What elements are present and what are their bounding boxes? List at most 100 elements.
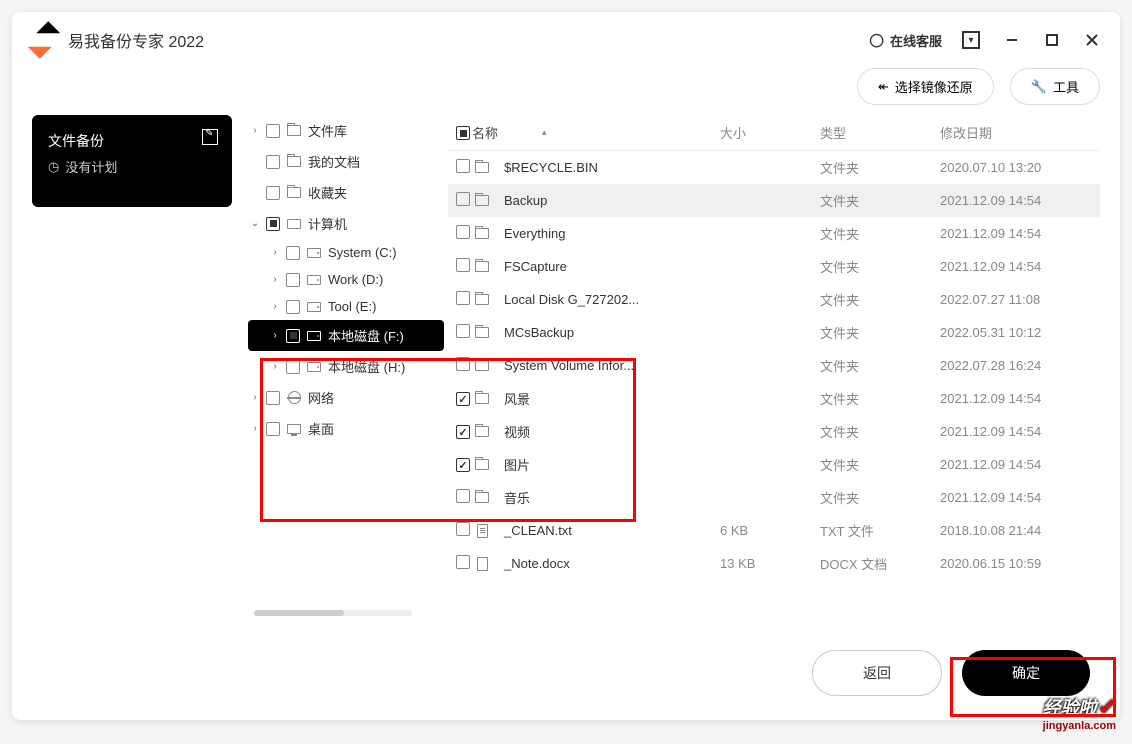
back-button[interactable]: 返回 xyxy=(812,650,942,696)
tree-label: 计算机 xyxy=(308,214,347,233)
tree-checkbox[interactable] xyxy=(286,360,300,374)
tree-item[interactable]: ⌄ 计算机 xyxy=(248,208,444,239)
file-row[interactable]: _Note.docx13 KBDOCX 文档2020.06.15 10:59 xyxy=(448,547,1100,580)
tree-scrollbar[interactable] xyxy=(254,610,412,616)
file-type: 文件夹 xyxy=(820,356,940,375)
restore-image-button[interactable]: ↞选择镜像还原 xyxy=(857,68,994,105)
folder-icon xyxy=(286,186,302,200)
file-date: 2020.06.15 10:59 xyxy=(940,556,1100,571)
drive-icon xyxy=(306,300,322,314)
column-type[interactable]: 类型 xyxy=(820,123,940,142)
close-button[interactable] xyxy=(1084,32,1100,48)
tree-item[interactable]: ›Tool (E:) xyxy=(248,293,444,320)
select-all-checkbox[interactable] xyxy=(456,126,470,140)
tree-checkbox[interactable] xyxy=(286,246,300,260)
file-checkbox[interactable] xyxy=(456,159,470,173)
file-checkbox[interactable] xyxy=(456,555,470,569)
chevron-icon[interactable]: › xyxy=(248,125,262,136)
tree-item[interactable]: ›本地磁盘 (H:) xyxy=(248,351,444,382)
chevron-icon[interactable]: › xyxy=(268,301,282,312)
window-dropdown-icon[interactable]: ▾ xyxy=(962,31,980,49)
tree-checkbox[interactable] xyxy=(266,422,280,436)
tree-item[interactable]: ›本地磁盘 (F:) xyxy=(248,320,444,351)
edit-icon[interactable] xyxy=(202,129,218,145)
tree-checkbox[interactable] xyxy=(266,217,280,231)
file-type: 文件夹 xyxy=(820,455,940,474)
chevron-icon[interactable]: ⌄ xyxy=(248,218,262,229)
file-date: 2020.07.10 13:20 xyxy=(940,160,1100,175)
app-title: 易我备份专家 2022 xyxy=(68,28,204,52)
chevron-icon[interactable]: › xyxy=(248,423,262,434)
file-row[interactable]: Backup文件夹2021.12.09 14:54 xyxy=(448,184,1100,217)
file-checkbox[interactable] xyxy=(456,458,470,472)
tree-item[interactable]: 收藏夹 xyxy=(248,177,444,208)
tree-checkbox[interactable] xyxy=(266,391,280,405)
tree-item[interactable]: › 桌面 xyxy=(248,413,444,444)
file-checkbox[interactable] xyxy=(456,392,470,406)
chevron-icon[interactable]: › xyxy=(268,361,282,372)
confirm-button[interactable]: 确定 xyxy=(962,650,1090,696)
column-date[interactable]: 修改日期 xyxy=(940,123,1100,142)
tree-item[interactable]: ›Work (D:) xyxy=(248,266,444,293)
chevron-icon[interactable]: › xyxy=(268,330,282,341)
tree-panel: ›文件库我的文档收藏夹 ⌄ 计算机 ›System (C:)›Work (D:)›To… xyxy=(248,115,448,616)
footer: 返回 确定 xyxy=(12,636,1120,720)
file-date: 2022.05.31 10:12 xyxy=(940,325,1100,340)
tree-label: 桌面 xyxy=(308,419,334,438)
chevron-icon[interactable]: › xyxy=(268,247,282,258)
tree-checkbox[interactable] xyxy=(286,273,300,287)
tree-checkbox[interactable] xyxy=(286,329,300,343)
file-row[interactable]: 图片文件夹2021.12.09 14:54 xyxy=(448,448,1100,481)
file-row[interactable]: Local Disk G_727202...文件夹2022.07.27 11:0… xyxy=(448,283,1100,316)
tree-item[interactable]: 我的文档 xyxy=(248,146,444,177)
online-service-link[interactable]: ◯ 在线客服 xyxy=(869,31,942,50)
file-row[interactable]: FSCapture文件夹2021.12.09 14:54 xyxy=(448,250,1100,283)
chevron-icon[interactable]: › xyxy=(268,274,282,285)
file-checkbox[interactable] xyxy=(456,324,470,338)
chevron-icon[interactable]: › xyxy=(248,392,262,403)
tree-checkbox[interactable] xyxy=(266,155,280,169)
tree-checkbox[interactable] xyxy=(266,186,280,200)
restore-label: 选择镜像还原 xyxy=(895,77,973,96)
file-name: 视频 xyxy=(504,422,530,441)
no-plan-label: 没有计划 xyxy=(65,157,117,176)
watermark: 经验啦✓ jingyanla.com xyxy=(1043,694,1116,732)
maximize-button[interactable] xyxy=(1044,32,1060,48)
file-row[interactable]: _CLEAN.txt6 KBTXT 文件2018.10.08 21:44 xyxy=(448,514,1100,547)
folder-icon xyxy=(474,491,490,505)
wrench-icon: 🔧 xyxy=(1031,79,1047,95)
file-checkbox[interactable] xyxy=(456,425,470,439)
tree-checkbox[interactable] xyxy=(286,300,300,314)
file-row[interactable]: $RECYCLE.BIN文件夹2020.07.10 13:20 xyxy=(448,151,1100,184)
list-body: $RECYCLE.BIN文件夹2020.07.10 13:20Backup文件夹… xyxy=(448,151,1100,616)
file-row[interactable]: Everything文件夹2021.12.09 14:54 xyxy=(448,217,1100,250)
file-row[interactable]: 视频文件夹2021.12.09 14:54 xyxy=(448,415,1100,448)
file-checkbox[interactable] xyxy=(456,522,470,536)
file-checkbox[interactable] xyxy=(456,225,470,239)
minimize-button[interactable] xyxy=(1004,32,1020,48)
file-checkbox[interactable] xyxy=(456,357,470,371)
column-name[interactable]: 名称▴ xyxy=(472,123,720,142)
file-type: 文件夹 xyxy=(820,323,940,342)
file-row[interactable]: 音乐文件夹2021.12.09 14:54 xyxy=(448,481,1100,514)
file-checkbox[interactable] xyxy=(456,489,470,503)
file-checkbox[interactable] xyxy=(456,192,470,206)
file-name: $RECYCLE.BIN xyxy=(504,160,598,175)
column-size[interactable]: 大小 xyxy=(720,123,820,142)
file-checkbox[interactable] xyxy=(456,291,470,305)
file-row[interactable]: System Volume Infor...文件夹2022.07.28 16:2… xyxy=(448,349,1100,382)
file-checkbox[interactable] xyxy=(456,258,470,272)
app-window: 易我备份专家 2022 ◯ 在线客服 ▾ ↞选择镜像还原 🔧工具 文件备份 ◷没… xyxy=(12,12,1120,720)
tree-checkbox[interactable] xyxy=(266,124,280,138)
backup-plan-card[interactable]: 文件备份 ◷没有计划 xyxy=(32,115,232,207)
file-type: 文件夹 xyxy=(820,224,940,243)
file-date: 2021.12.09 14:54 xyxy=(940,226,1100,241)
backup-card-subtitle: ◷没有计划 xyxy=(48,157,216,176)
tree-item[interactable]: ›网络 xyxy=(248,382,444,413)
file-row[interactable]: MCsBackup文件夹2022.05.31 10:12 xyxy=(448,316,1100,349)
tree-item[interactable]: ›System (C:) xyxy=(248,239,444,266)
file-date: 2021.12.09 14:54 xyxy=(940,490,1100,505)
file-row[interactable]: 风景文件夹2021.12.09 14:54 xyxy=(448,382,1100,415)
tools-button[interactable]: 🔧工具 xyxy=(1010,68,1100,105)
tree-item[interactable]: ›文件库 xyxy=(248,115,444,146)
